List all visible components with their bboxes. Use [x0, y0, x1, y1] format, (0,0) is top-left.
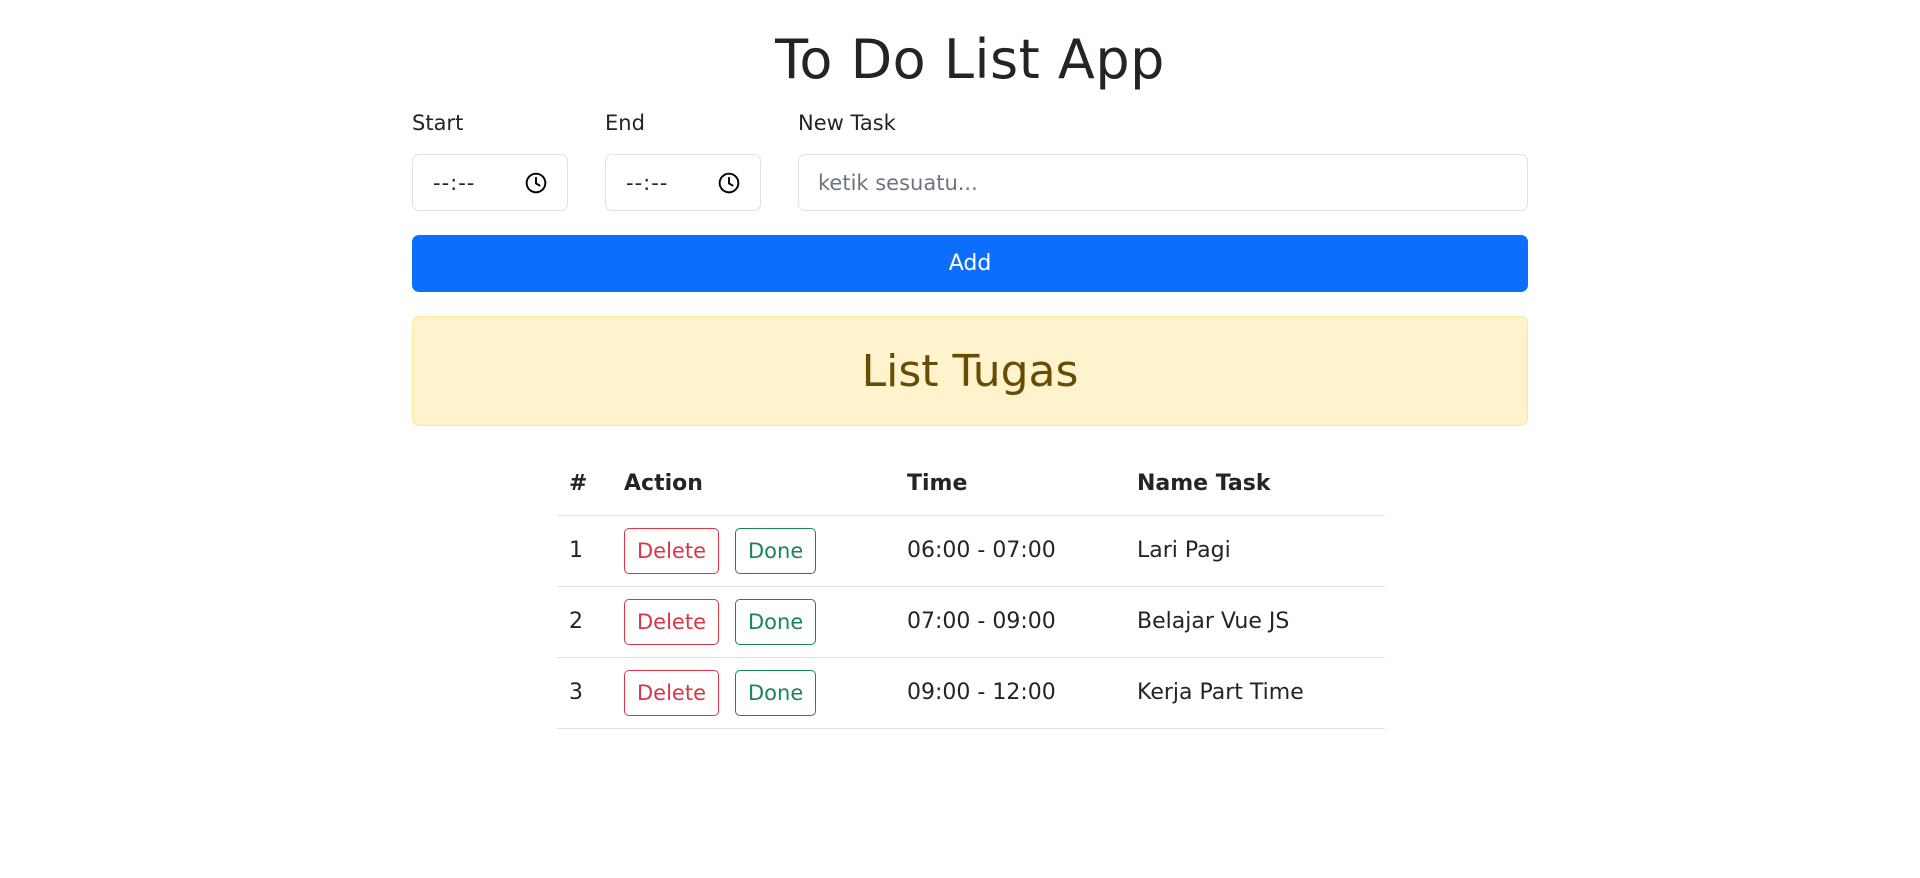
row-time: 09:00 - 12:00 [895, 657, 1125, 729]
delete-button[interactable]: Delete [624, 669, 719, 716]
task-form: Start --:-- End --:-- New Task [412, 108, 1528, 211]
delete-button[interactable]: Delete [624, 527, 719, 574]
row-number: 2 [557, 586, 612, 658]
clock-icon[interactable] [525, 172, 547, 194]
new-task-input[interactable] [798, 154, 1528, 211]
new-task-field: New Task [798, 108, 1528, 211]
page-title: To Do List App [775, 28, 1165, 91]
row-number: 3 [557, 657, 612, 729]
column-header-time: Time [895, 453, 1125, 516]
end-field: End --:-- [605, 108, 761, 211]
end-time-value: --:-- [626, 170, 669, 195]
start-time-input[interactable]: --:-- [412, 154, 568, 211]
row-actions: Delete Done [612, 657, 895, 729]
start-time-value: --:-- [433, 170, 476, 195]
task-table: # Action Time Name Task 1 Delete Done 06… [557, 453, 1385, 729]
done-button[interactable]: Done [735, 669, 817, 716]
end-label: End [605, 111, 645, 135]
column-header-name-task: Name Task [1125, 453, 1385, 516]
clock-icon[interactable] [718, 172, 740, 194]
row-task-name: Lari Pagi [1125, 515, 1385, 587]
done-button[interactable]: Done [735, 527, 817, 574]
table-header-row: # Action Time Name Task [557, 453, 1385, 516]
column-header-action: Action [612, 453, 895, 516]
app-container: To Do List App Start --:-- End --:-- New… [412, 0, 1528, 729]
column-header-number: # [557, 453, 612, 516]
add-button[interactable]: Add [412, 235, 1528, 292]
end-time-input[interactable]: --:-- [605, 154, 761, 211]
row-task-name: Belajar Vue JS [1125, 586, 1385, 658]
new-task-label: New Task [798, 111, 896, 135]
row-task-name: Kerja Part Time [1125, 657, 1385, 729]
done-button[interactable]: Done [735, 598, 817, 645]
start-field: Start --:-- [412, 108, 568, 211]
row-time: 07:00 - 09:00 [895, 586, 1125, 658]
table-row: 2 Delete Done 07:00 - 09:00 Belajar Vue … [557, 586, 1385, 658]
delete-button[interactable]: Delete [624, 598, 719, 645]
row-actions: Delete Done [612, 586, 895, 658]
table-row: 3 Delete Done 09:00 - 12:00 Kerja Part T… [557, 657, 1385, 729]
list-heading: List Tugas [861, 345, 1079, 397]
row-actions: Delete Done [612, 515, 895, 587]
list-heading-banner: List Tugas [412, 316, 1528, 426]
row-number: 1 [557, 515, 612, 587]
start-label: Start [412, 111, 464, 135]
row-time: 06:00 - 07:00 [895, 515, 1125, 587]
table-row: 1 Delete Done 06:00 - 07:00 Lari Pagi [557, 515, 1385, 587]
